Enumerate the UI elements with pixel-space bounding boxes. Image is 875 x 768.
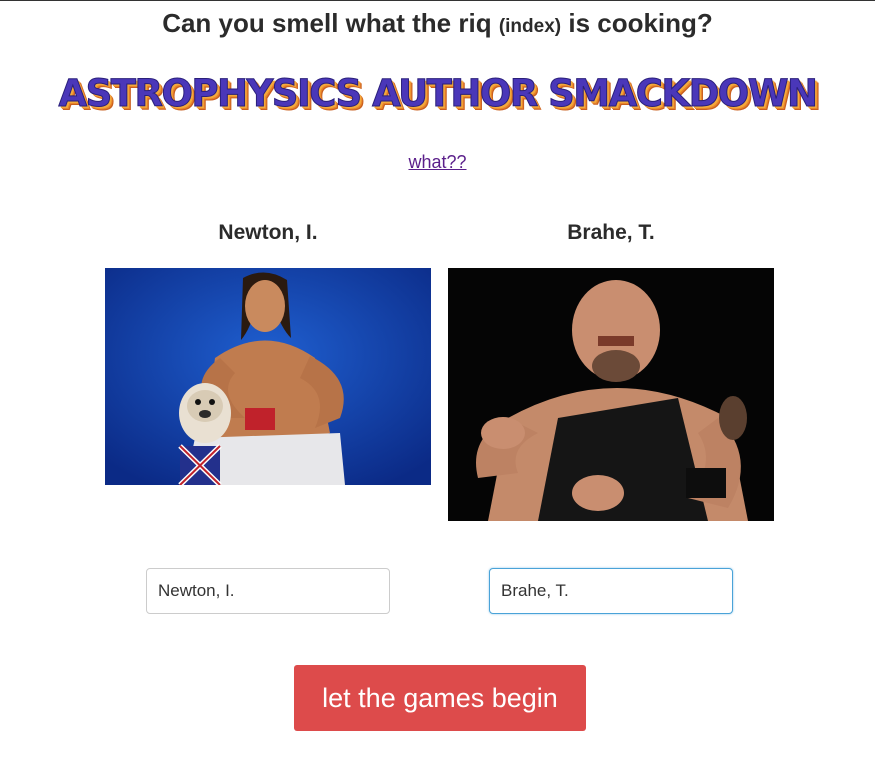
page-title: ASTROPHYSICS AUTHOR SMACKDOWN: [58, 72, 819, 116]
what-link-wrap: what??: [0, 152, 875, 173]
author-right-input[interactable]: [489, 568, 733, 614]
wrestler-big-man-photo: [448, 268, 774, 521]
author-name-right: Brahe, T.: [567, 221, 655, 244]
author-left-input[interactable]: [146, 568, 390, 614]
tagline-end: is cooking?: [568, 8, 713, 38]
tagline-main: Can you smell what the riq: [162, 8, 492, 38]
top-border: [0, 0, 875, 1]
tagline-small: (index): [498, 16, 562, 37]
tagline: Can you smell what the riq (index) is co…: [0, 8, 875, 39]
start-games-button[interactable]: let the games begin: [294, 665, 586, 731]
what-link[interactable]: what??: [408, 152, 466, 172]
author-name-left: Newton, I.: [218, 221, 318, 244]
wrestler-with-bulldog-photo: [105, 268, 431, 485]
